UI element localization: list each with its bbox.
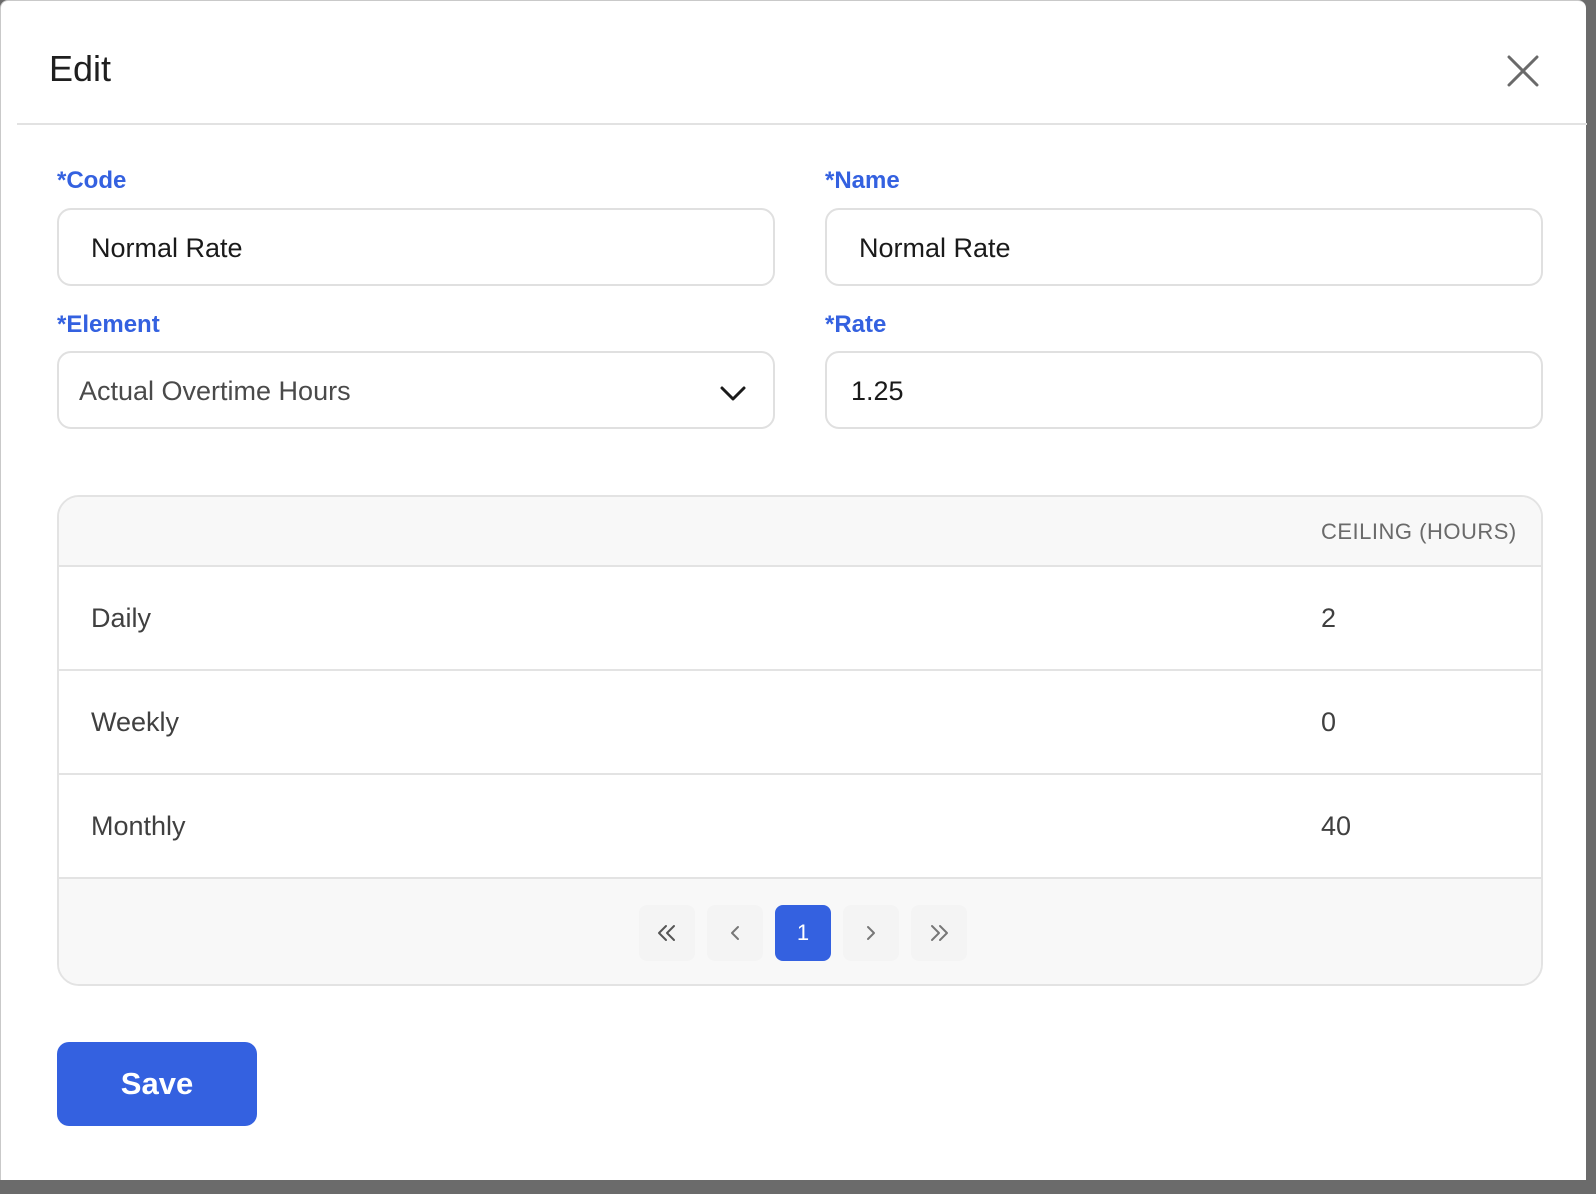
dialog-title: Edit [49, 48, 112, 89]
element-select-value: Actual Overtime Hours [79, 376, 351, 406]
pagination: 1 [59, 879, 1541, 984]
first-page-button[interactable] [639, 905, 695, 961]
cell-period: Weekly [91, 707, 180, 737]
rate-field[interactable]: 1.25 [825, 351, 1543, 429]
code-field-value: Normal Rate [91, 233, 243, 263]
name-label: *Name [825, 167, 900, 194]
chevron-right-icon [867, 926, 875, 940]
cell-ceiling: 40 [1321, 811, 1352, 841]
cell-period: Daily [91, 603, 152, 633]
close-button[interactable] [1505, 53, 1541, 89]
cell-ceiling: 2 [1321, 603, 1337, 633]
table-row: Monthly 40 [59, 775, 1541, 879]
cell-period: Monthly [91, 811, 186, 841]
last-page-button[interactable] [911, 905, 967, 961]
prev-page-button[interactable] [707, 905, 763, 961]
table-header: CEILING (HOURS) [59, 497, 1541, 567]
element-select[interactable]: Actual Overtime Hours [57, 351, 775, 429]
code-label: *Code [57, 167, 127, 194]
chevron-left-icon [731, 926, 739, 940]
double-chevron-left-icon [658, 925, 675, 941]
code-field[interactable]: Normal Rate [57, 208, 775, 286]
element-label: *Element [57, 311, 160, 338]
column-header-ceiling: CEILING (HOURS) [1321, 519, 1517, 544]
chevron-down-icon [720, 386, 746, 401]
rate-field-value: 1.25 [851, 376, 904, 406]
table-row: Daily 2 [59, 567, 1541, 671]
dialog-header: Edit [17, 1, 1587, 125]
edit-dialog: Edit *Code Normal Rate *Name Normal Rate… [0, 0, 1587, 1180]
name-field-value: Normal Rate [859, 233, 1011, 263]
rate-label: *Rate [825, 311, 887, 338]
save-button[interactable]: Save [57, 1042, 257, 1126]
table-row: Weekly 0 [59, 671, 1541, 775]
page-button-current[interactable]: 1 [775, 905, 831, 961]
next-page-button[interactable] [843, 905, 899, 961]
close-icon [1507, 55, 1539, 87]
double-chevron-right-icon [931, 925, 948, 941]
cell-ceiling: 0 [1321, 707, 1337, 737]
ceiling-table: CEILING (HOURS) Daily 2 Weekly 0 Monthly… [57, 495, 1543, 986]
name-field[interactable]: Normal Rate [825, 208, 1543, 286]
